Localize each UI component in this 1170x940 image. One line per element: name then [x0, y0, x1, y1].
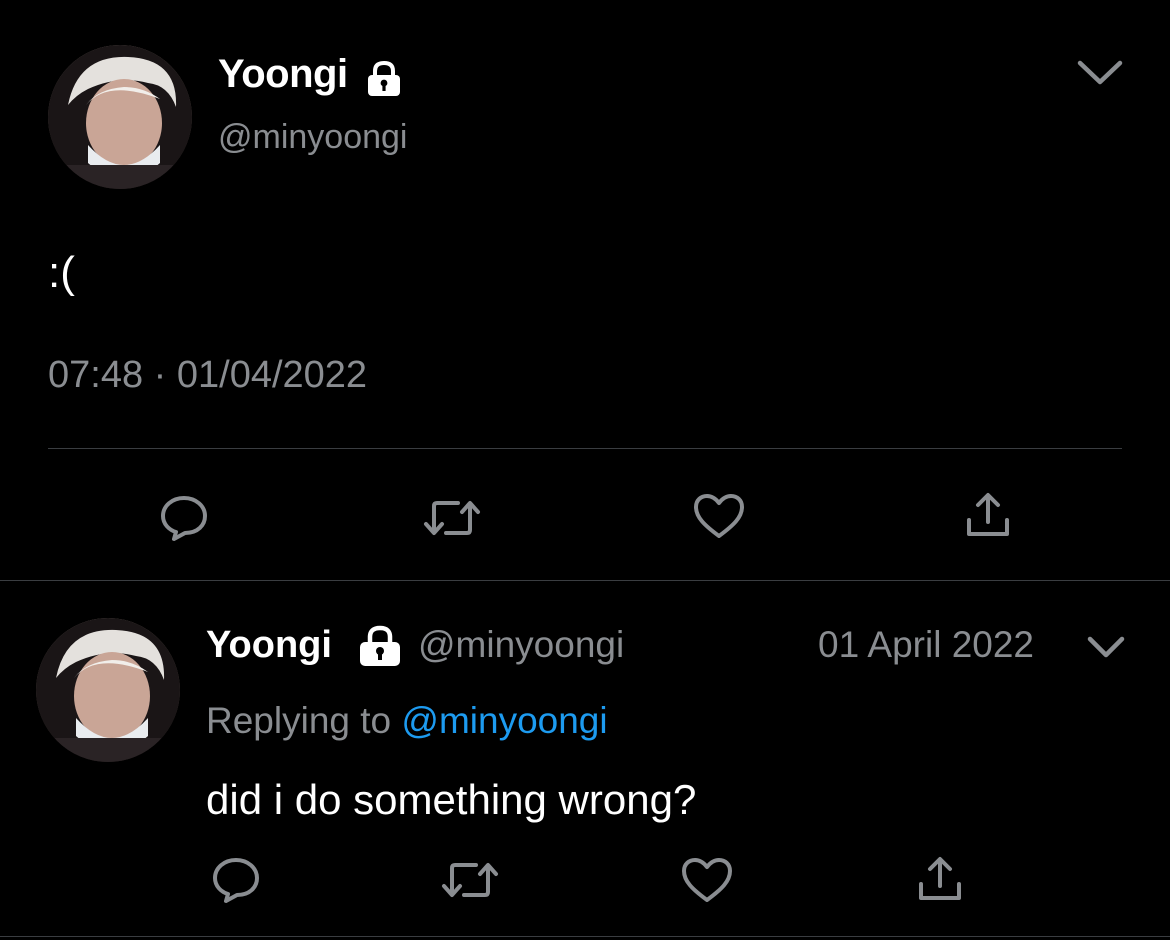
replying-prefix: Replying to [206, 700, 392, 741]
reply-icon[interactable] [210, 856, 262, 904]
avatar[interactable] [48, 45, 192, 189]
display-name[interactable]: Yoongi [218, 52, 348, 97]
tweet-time: 07:48 [48, 354, 144, 396]
display-name[interactable]: Yoongi [206, 624, 332, 667]
reply-icon[interactable] [158, 494, 210, 542]
chevron-down-icon[interactable] [1086, 634, 1126, 660]
handle[interactable]: @minyoongi [218, 118, 408, 157]
retweet-icon[interactable] [422, 496, 482, 540]
separator: · [153, 354, 167, 396]
share-icon[interactable] [916, 854, 964, 904]
share-icon[interactable] [964, 490, 1012, 540]
tweet-date: 01/04/2022 [176, 354, 368, 396]
avatar[interactable] [36, 618, 180, 762]
avatar-photo [36, 618, 180, 762]
tweet-text: :( [48, 248, 75, 297]
lock-icon [364, 60, 404, 103]
tweet-timestamp[interactable]: 07:48 · 01/04/2022 [48, 354, 367, 397]
lock-icon [356, 624, 404, 673]
replying-to: Replying to @minyoongi [206, 700, 608, 742]
handle[interactable]: @minyoongi [418, 624, 624, 666]
tweet-separator [0, 580, 1170, 581]
avatar-photo [48, 45, 192, 189]
bottom-divider [0, 936, 1170, 937]
divider [48, 448, 1122, 449]
like-icon[interactable] [692, 492, 746, 540]
tweet-text: did i do something wrong? [206, 776, 697, 823]
tweet-date[interactable]: 01 April 2022 [818, 624, 1034, 666]
mention-link[interactable]: @minyoongi [401, 700, 607, 741]
like-icon[interactable] [680, 856, 734, 904]
retweet-icon[interactable] [440, 858, 500, 902]
chevron-down-icon[interactable] [1076, 58, 1124, 88]
